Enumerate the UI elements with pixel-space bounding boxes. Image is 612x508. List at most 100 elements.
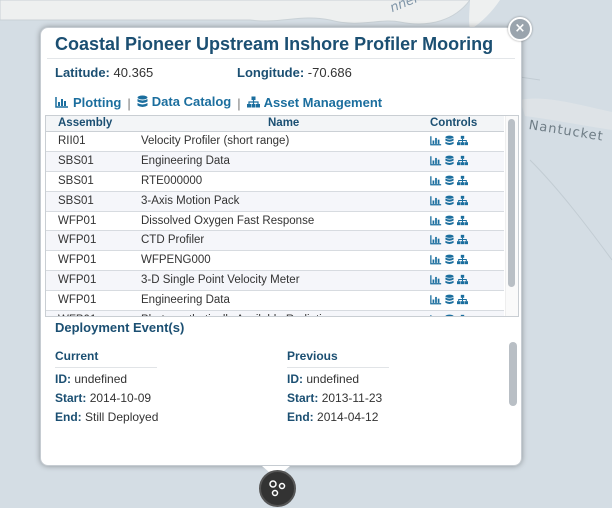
table-row[interactable]: RII01 Velocity Profiler (short range) [46, 132, 504, 152]
database-icon[interactable] [445, 234, 454, 245]
database-icon[interactable] [445, 215, 454, 226]
database-icon[interactable] [445, 274, 454, 285]
bar-chart-icon[interactable] [430, 155, 442, 166]
data-catalog-link[interactable]: Data Catalog [137, 94, 231, 109]
table-scrollbar-thumb[interactable] [508, 119, 515, 287]
database-icon[interactable] [445, 254, 454, 265]
database-icon[interactable] [445, 195, 454, 206]
assembly-cell: WFP01 [58, 274, 96, 286]
sitemap-icon[interactable] [457, 314, 468, 317]
mooring-popup: Coastal Pioneer Upstream Inshore Profile… [40, 27, 522, 466]
assembly-cell: WFP01 [58, 294, 96, 306]
bar-chart-icon[interactable] [430, 254, 442, 265]
name-cell: Engineering Data [141, 155, 230, 167]
mooring-marker[interactable] [259, 470, 296, 507]
name-cell: RTE000000 [141, 175, 202, 187]
name-cell: 3-D Single Point Velocity Meter [141, 274, 300, 286]
previous-start: Start: 2013-11-23 [287, 391, 397, 410]
id-label: ID: [287, 372, 303, 386]
assembly-cell: RII01 [58, 135, 86, 147]
bar-chart-icon[interactable] [430, 314, 442, 317]
instrument-table: Assembly Name Controls RII01 Velocity Pr… [45, 115, 519, 317]
database-icon[interactable] [445, 135, 454, 146]
controls-cell [430, 254, 468, 265]
longitude-label: Longitude: [237, 65, 304, 80]
bar-chart-icon[interactable] [430, 175, 442, 186]
asset-management-link-label: Asset Management [264, 95, 382, 110]
database-icon[interactable] [445, 294, 454, 305]
popup-links: Plotting | Data Catalog | Asset Manageme… [55, 94, 382, 111]
previous-heading: Previous [287, 349, 397, 367]
sitemap-icon[interactable] [457, 294, 468, 305]
database-icon[interactable] [445, 314, 454, 317]
bar-chart-icon[interactable] [430, 215, 442, 226]
column-header-assembly[interactable]: Assembly [58, 117, 112, 129]
controls-cell [430, 294, 468, 305]
longitude-value: -70.686 [308, 65, 352, 80]
previous-id: ID: undefined [287, 372, 397, 391]
latitude-value: 40.365 [114, 65, 154, 80]
sitemap-icon[interactable] [457, 135, 468, 146]
close-button[interactable]: × [508, 17, 532, 41]
data-catalog-link-label: Data Catalog [152, 94, 231, 109]
name-cell: Photosynthetically Available Radiation [141, 314, 335, 317]
table-row[interactable]: WFP01 WFPENG000 [46, 251, 504, 271]
assembly-cell: WFP01 [58, 314, 96, 317]
table-row[interactable]: WFP01 Dissolved Oxygen Fast Response [46, 212, 504, 232]
current-heading: Current [55, 349, 165, 367]
name-cell: Dissolved Oxygen Fast Response [141, 215, 314, 227]
assembly-cell: WFP01 [58, 234, 96, 246]
database-icon[interactable] [445, 175, 454, 186]
sitemap-icon[interactable] [457, 215, 468, 226]
table-body: RII01 Velocity Profiler (short range) SB… [46, 132, 504, 317]
longitude: Longitude: -70.686 [237, 65, 352, 80]
start-label: Start: [55, 391, 86, 405]
assembly-cell: SBS01 [58, 155, 94, 167]
sitemap-icon[interactable] [457, 274, 468, 285]
bar-chart-icon [55, 96, 69, 108]
popup-title: Coastal Pioneer Upstream Inshore Profile… [55, 34, 493, 55]
database-icon [137, 95, 148, 108]
popup-scrollbar-thumb[interactable] [509, 342, 517, 406]
table-row[interactable]: WFP01 3-D Single Point Velocity Meter [46, 271, 504, 291]
name-cell: CTD Profiler [141, 234, 204, 246]
link-separator: | [127, 96, 130, 111]
column-header-controls: Controls [430, 117, 477, 129]
controls-cell [430, 155, 468, 166]
controls-cell [430, 195, 468, 206]
plotting-link[interactable]: Plotting [55, 95, 121, 110]
sitemap-icon[interactable] [457, 234, 468, 245]
start-label: Start: [287, 391, 318, 405]
divider [55, 367, 157, 368]
controls-cell [430, 135, 468, 146]
table-row[interactable]: WFP01 Engineering Data [46, 291, 504, 311]
bar-chart-icon[interactable] [430, 234, 442, 245]
asset-management-link[interactable]: Asset Management [247, 95, 382, 110]
sitemap-icon[interactable] [457, 195, 468, 206]
bar-chart-icon[interactable] [430, 274, 442, 285]
start-value: 2013-11-23 [322, 391, 383, 405]
table-row[interactable]: SBS01 Engineering Data [46, 152, 504, 172]
sitemap-icon[interactable] [457, 175, 468, 186]
bar-chart-icon[interactable] [430, 195, 442, 206]
controls-cell [430, 274, 468, 285]
plotting-link-label: Plotting [73, 95, 121, 110]
assembly-cell: WFP01 [58, 254, 96, 266]
name-cell: WFPENG000 [141, 254, 211, 266]
database-icon[interactable] [445, 155, 454, 166]
table-row[interactable]: SBS01 3-Axis Motion Pack [46, 192, 504, 212]
table-row[interactable]: WFP01 CTD Profiler [46, 231, 504, 251]
bar-chart-icon[interactable] [430, 294, 442, 305]
coordinates: Latitude: 40.365 Longitude: -70.686 [55, 65, 153, 80]
table-row[interactable]: WFP01 Photosynthetically Available Radia… [46, 311, 504, 317]
column-header-name[interactable]: Name [268, 117, 299, 129]
assembly-cell: SBS01 [58, 175, 94, 187]
end-label: End: [55, 410, 82, 424]
table-row[interactable]: SBS01 RTE000000 [46, 172, 504, 192]
sitemap-icon[interactable] [457, 155, 468, 166]
sitemap-icon[interactable] [457, 254, 468, 265]
name-cell: Velocity Profiler (short range) [141, 135, 289, 147]
bar-chart-icon[interactable] [430, 135, 442, 146]
id-value: undefined [306, 372, 359, 386]
link-separator: | [237, 96, 240, 111]
